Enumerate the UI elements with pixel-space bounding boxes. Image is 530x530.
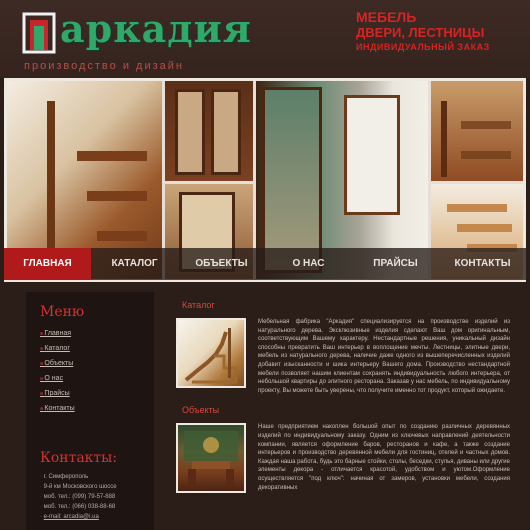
catalog-description: Мебельная фабрика "Аркадия" специализиру… [258,319,510,394]
sidebar-item-catalog[interactable]: Каталог [40,345,154,352]
contact-city: г. Симферополь [40,474,154,480]
contact-email[interactable]: e-mail: arcadia@i.ua [40,514,154,520]
contact-phone-1: моб. тел.: (099) 79-57-888 [40,494,154,500]
section-title-catalog[interactable]: Каталог [182,300,510,310]
tagline-furniture: МЕБЕЛЬ [356,9,417,25]
logo-subtitle: производство и дизайн [24,60,184,72]
nav-catalog[interactable]: КАТАЛОГ [91,248,178,280]
objects-thumbnail[interactable] [176,423,246,494]
objects-description: Наше предприятием накоплен большой опыт … [258,424,510,491]
nav-objects[interactable]: ОБЪЕКТЫ [178,248,265,280]
contact-phone-2: моб. тел.: (066) 038-88-68 [40,504,154,510]
main-nav: ГЛАВНАЯ КАТАЛОГ ОБЪЕКТЫ О НАС ПРАЙСЫ КОН… [4,248,526,280]
restaurant-interior-image [184,431,238,488]
email-link[interactable]: e-mail: arcadia@i.ua [44,514,99,520]
nav-contacts[interactable]: КОНТАКТЫ [439,248,526,280]
logo-icon[interactable] [22,12,56,54]
sidebar-item-home[interactable]: Главная [40,330,154,337]
main-content: Каталог Мебельная фабрика "Аркадия" спец… [176,292,510,530]
header-tagline: МЕБЕЛЬ ДВЕРИ, ЛЕСТНИЦЫ ИНДИВИДУАЛЬНЫЙ ЗА… [356,10,516,55]
sidebar: Меню Главная Каталог Объекты О нас Прайс… [26,292,154,530]
menu-title: Меню [40,304,85,320]
section-title-objects[interactable]: Объекты [182,405,510,415]
spiral-stair-photo [431,81,523,181]
staircase-image [184,328,238,384]
nav-about[interactable]: О НАС [265,248,352,280]
tagline-doors-stairs: ДВЕРИ, ЛЕСТНИЦЫ [356,25,485,40]
sidebar-item-contacts[interactable]: Контакты [40,405,154,412]
sidebar-item-objects[interactable]: Объекты [40,360,154,367]
nav-prices[interactable]: ПРАЙСЫ [352,248,439,280]
catalog-thumbnail[interactable] [176,318,246,388]
header: аркадия производство и дизайн МЕБЕЛЬ ДВЕ… [0,0,530,78]
catalog-section: Мебельная фабрика "Аркадия" специализиру… [176,318,510,395]
contacts-title: Контакты: [40,450,118,466]
nav-home[interactable]: ГЛАВНАЯ [4,248,91,280]
door-photo [165,81,253,181]
objects-section: Наше предприятием накоплен большой опыт … [176,423,510,494]
sidebar-item-about[interactable]: О нас [40,375,154,382]
tagline-custom-order: ИНДИВИДУАЛЬНЫЙ ЗАКАЗ [356,42,490,52]
logo-text[interactable]: аркадия [60,6,252,51]
sidebar-item-prices[interactable]: Прайсы [40,390,154,397]
contact-address: 9-й км Московского шоссе [40,484,154,490]
